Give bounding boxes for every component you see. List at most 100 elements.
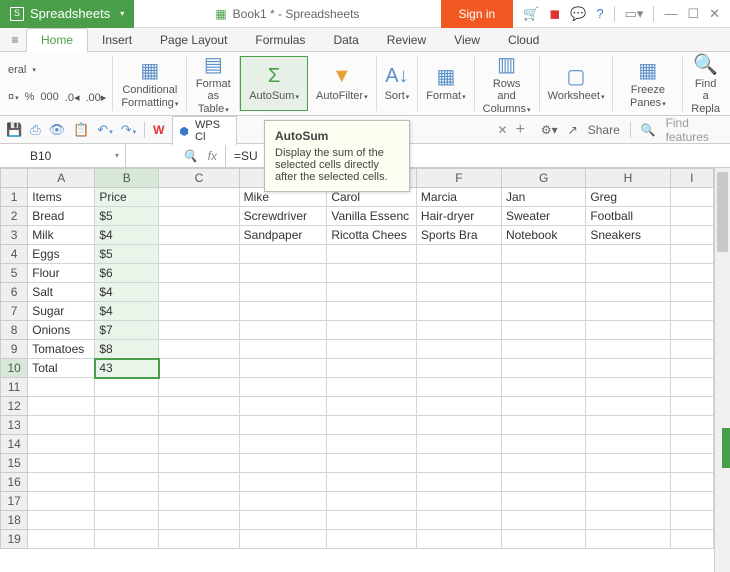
cell-H8[interactable] [586, 321, 670, 340]
conditional-formatting-button[interactable]: ▦ ConditionalFormatting▾ [113, 56, 187, 111]
cell-E13[interactable] [327, 416, 417, 435]
row-header-13[interactable]: 13 [1, 416, 28, 435]
row-header-12[interactable]: 12 [1, 397, 28, 416]
cell-F11[interactable] [416, 378, 501, 397]
cell-C5[interactable] [159, 264, 240, 283]
chat-icon[interactable]: 💬 [570, 6, 586, 22]
maximize-button[interactable]: ☐ [687, 6, 699, 22]
tab-home[interactable]: Home [26, 28, 88, 52]
cell-E17[interactable] [327, 492, 417, 511]
cell-D5[interactable] [239, 264, 327, 283]
cell-I1[interactable] [670, 188, 713, 207]
cell-I10[interactable] [670, 359, 713, 378]
cell-G3[interactable]: Notebook [501, 226, 585, 245]
increase-decimal-button[interactable]: .0◂ [65, 91, 80, 104]
cell-D3[interactable]: Sandpaper [239, 226, 327, 245]
cell-I15[interactable] [670, 454, 713, 473]
search-icon[interactable]: 🔍 [183, 149, 198, 163]
tab-page-layout[interactable]: Page Layout [146, 29, 241, 51]
cell-E12[interactable] [327, 397, 417, 416]
cell-D12[interactable] [239, 397, 327, 416]
cell-G14[interactable] [501, 435, 585, 454]
sheet-tab[interactable]: ⬢ WPS Cl [172, 116, 237, 145]
cell-B2[interactable]: $5 [95, 207, 159, 226]
vertical-scrollbar[interactable] [714, 168, 730, 572]
side-handle[interactable] [722, 428, 730, 468]
cell-F2[interactable]: Hair-dryer [416, 207, 501, 226]
cell-G1[interactable]: Jan [501, 188, 585, 207]
cell-A17[interactable] [28, 492, 95, 511]
cell-H5[interactable] [586, 264, 670, 283]
autosum-button[interactable]: Σ AutoSum▾ [240, 56, 308, 111]
cell-C1[interactable] [159, 188, 240, 207]
decrease-decimal-button[interactable]: .00▸ [85, 91, 106, 104]
cell-E6[interactable] [327, 283, 417, 302]
cell-F14[interactable] [416, 435, 501, 454]
cell-F7[interactable] [416, 302, 501, 321]
column-header-H[interactable]: H [586, 169, 670, 188]
cell-C8[interactable] [159, 321, 240, 340]
cell-H16[interactable] [586, 473, 670, 492]
cell-D4[interactable] [239, 245, 327, 264]
cell-F15[interactable] [416, 454, 501, 473]
cell-E14[interactable] [327, 435, 417, 454]
format-as-table-button[interactable]: ▤ Format asTable▾ [187, 56, 240, 111]
cell-B8[interactable]: $7 [95, 321, 159, 340]
row-header-1[interactable]: 1 [1, 188, 28, 207]
tab-review[interactable]: Review [373, 29, 440, 51]
cell-G17[interactable] [501, 492, 585, 511]
cell-I18[interactable] [670, 511, 713, 530]
cell-H2[interactable]: Football [586, 207, 670, 226]
cell-F9[interactable] [416, 340, 501, 359]
column-header-A[interactable]: A [28, 169, 95, 188]
cell-F17[interactable] [416, 492, 501, 511]
cell-C2[interactable] [159, 207, 240, 226]
cell-B5[interactable]: $6 [95, 264, 159, 283]
cell-A1[interactable]: Items [28, 188, 95, 207]
cell-A3[interactable]: Milk [28, 226, 95, 245]
cell-C9[interactable] [159, 340, 240, 359]
column-header-F[interactable]: F [416, 169, 501, 188]
cell-B19[interactable] [95, 530, 159, 549]
cell-B3[interactable]: $4 [95, 226, 159, 245]
undo-button[interactable]: ↶▾ [97, 122, 112, 138]
app-menu[interactable]: S Spreadsheets ▾ [0, 0, 134, 28]
tab-insert[interactable]: Insert [88, 29, 146, 51]
menu-button[interactable]: ≡ [4, 33, 26, 51]
number-format-select[interactable]: eral [8, 64, 26, 76]
cell-F18[interactable] [416, 511, 501, 530]
cell-G9[interactable] [501, 340, 585, 359]
cell-B18[interactable] [95, 511, 159, 530]
cell-B4[interactable]: $5 [95, 245, 159, 264]
cell-E15[interactable] [327, 454, 417, 473]
cell-D19[interactable] [239, 530, 327, 549]
tab-view[interactable]: View [440, 29, 494, 51]
cell-F16[interactable] [416, 473, 501, 492]
cell-G15[interactable] [501, 454, 585, 473]
cell-A9[interactable]: Tomatoes [28, 340, 95, 359]
cell-F3[interactable]: Sports Bra [416, 226, 501, 245]
cell-D8[interactable] [239, 321, 327, 340]
cell-H1[interactable]: Greg [586, 188, 670, 207]
cell-D17[interactable] [239, 492, 327, 511]
cell-D7[interactable] [239, 302, 327, 321]
cell-G13[interactable] [501, 416, 585, 435]
cell-A5[interactable]: Flour [28, 264, 95, 283]
cell-B7[interactable]: $4 [95, 302, 159, 321]
cell-F1[interactable]: Marcia [416, 188, 501, 207]
find-replace-button[interactable]: 🔍 Find aRepla [683, 56, 728, 111]
cell-A2[interactable]: Bread [28, 207, 95, 226]
cell-A6[interactable]: Salt [28, 283, 95, 302]
cell-C17[interactable] [159, 492, 240, 511]
cell-I16[interactable] [670, 473, 713, 492]
row-header-10[interactable]: 10 [1, 359, 28, 378]
cell-E8[interactable] [327, 321, 417, 340]
redo-button[interactable]: ↷▾ [121, 122, 136, 138]
cell-F5[interactable] [416, 264, 501, 283]
cell-I6[interactable] [670, 283, 713, 302]
cell-C12[interactable] [159, 397, 240, 416]
tab-data[interactable]: Data [319, 29, 372, 51]
spreadsheet-grid[interactable]: ABCDEFGHI1ItemsPriceMikeCarolMarciaJanGr… [0, 168, 714, 572]
cell-E3[interactable]: Ricotta Chees [327, 226, 417, 245]
cell-C19[interactable] [159, 530, 240, 549]
